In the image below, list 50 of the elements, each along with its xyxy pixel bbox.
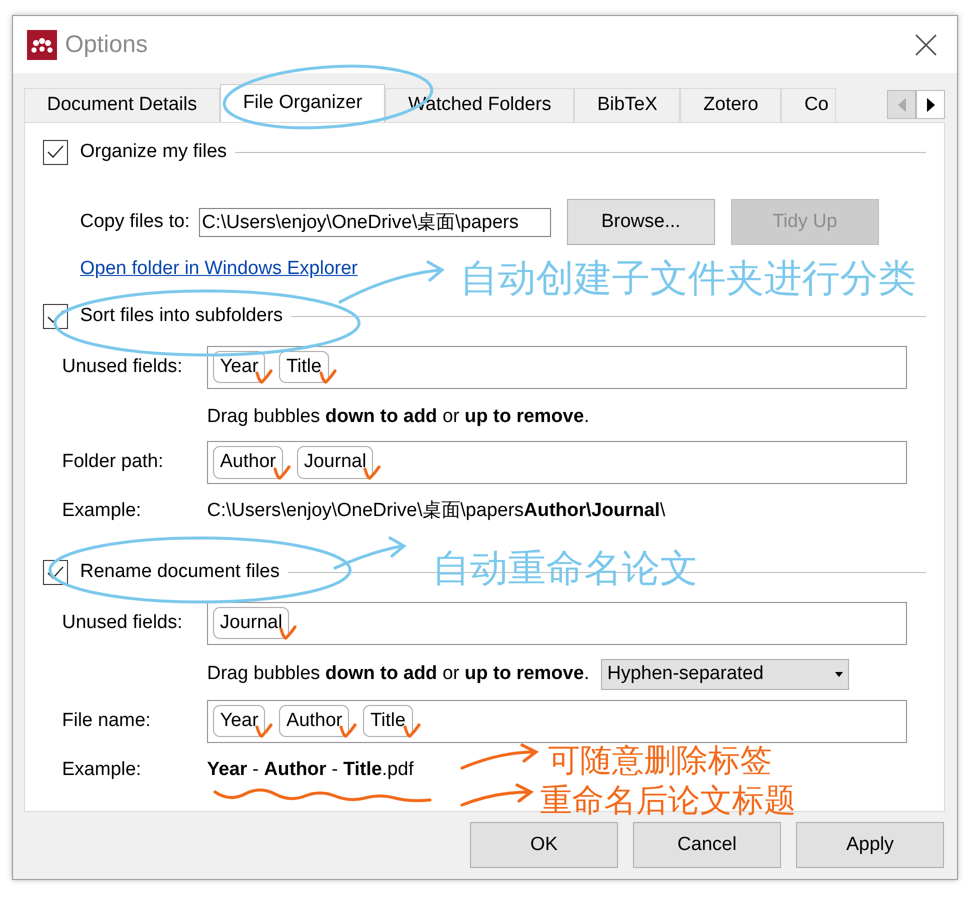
tab[interactable]: Document Details <box>24 88 220 122</box>
annotation-text: 重命名后论文标题 <box>540 780 796 821</box>
field-label: Folder path: <box>62 450 164 474</box>
close-icon[interactable] <box>915 34 937 56</box>
example-text: C:\Users\enjoy\OneDrive\桌面\papersAuthor\Journal\ <box>207 499 666 523</box>
browse-button[interactable]: Browse... <box>566 199 715 245</box>
tab[interactable]: File Organizer <box>220 84 386 122</box>
app-logo-icon <box>27 30 57 60</box>
checkbox[interactable] <box>43 140 68 164</box>
dialog-button[interactable]: Apply <box>796 822 944 868</box>
field-bubble[interactable]: Year <box>213 704 266 738</box>
annotation-text: 可随意删除标签 <box>548 740 772 781</box>
field-label: Copy files to: <box>80 210 190 234</box>
field-label: Example: <box>62 758 142 782</box>
annotation-text: 自动创建子文件夹进行分类 <box>460 255 916 302</box>
check-icon <box>47 310 64 324</box>
field-bubble[interactable]: Journal <box>213 606 290 640</box>
field-bubble[interactable]: Author <box>279 704 350 738</box>
field-bubble[interactable]: Journal <box>296 446 374 479</box>
annotation-arrow <box>334 536 406 570</box>
bubble-field[interactable]: Year Title <box>207 346 907 388</box>
window-title: Options <box>65 30 148 60</box>
example-text: Year - Author - Title.pdf <box>207 758 414 782</box>
hint-text: Drag bubbles down to add or up to remove. <box>207 404 590 428</box>
caret-icon <box>835 672 844 676</box>
dialog-button[interactable]: Cancel <box>633 822 781 868</box>
bubble-field[interactable]: Author Journal <box>207 441 907 484</box>
field-label: Unused fields: <box>62 610 184 635</box>
path-field[interactable]: C:\Users\enjoy\OneDrive\桌面\papers <box>198 208 551 236</box>
scroll-right-icon[interactable] <box>916 90 945 119</box>
field-bubble[interactable]: Title <box>279 350 329 384</box>
explorer-link[interactable]: Open folder in Windows Explorer <box>80 255 358 284</box>
check-icon <box>47 145 64 159</box>
tab[interactable]: Zotero <box>680 88 782 122</box>
tab[interactable]: BibTeX <box>574 88 680 122</box>
field-bubble[interactable]: Title <box>363 704 413 738</box>
hint-text: Drag bubbles down to add or up to remove. <box>207 662 590 686</box>
field-label: Unused fields: <box>62 354 184 379</box>
field-bubble[interactable]: Author <box>213 446 283 479</box>
separator-dropdown[interactable]: Hyphen-separated <box>601 658 850 690</box>
checkbox-label[interactable]: Organize my files <box>80 138 227 166</box>
tab[interactable]: Co <box>781 88 836 122</box>
field-label: Example: <box>62 499 142 523</box>
annotation-arrow <box>460 784 532 806</box>
dialog-button[interactable]: OK <box>470 822 618 868</box>
bubble-field[interactable]: Journal <box>207 602 907 644</box>
annotation-text: 自动重命名论文 <box>432 545 698 592</box>
field-label: File name: <box>62 708 152 733</box>
bubble-field[interactable]: Year Author Title <box>207 700 907 742</box>
check-icon <box>47 566 64 580</box>
